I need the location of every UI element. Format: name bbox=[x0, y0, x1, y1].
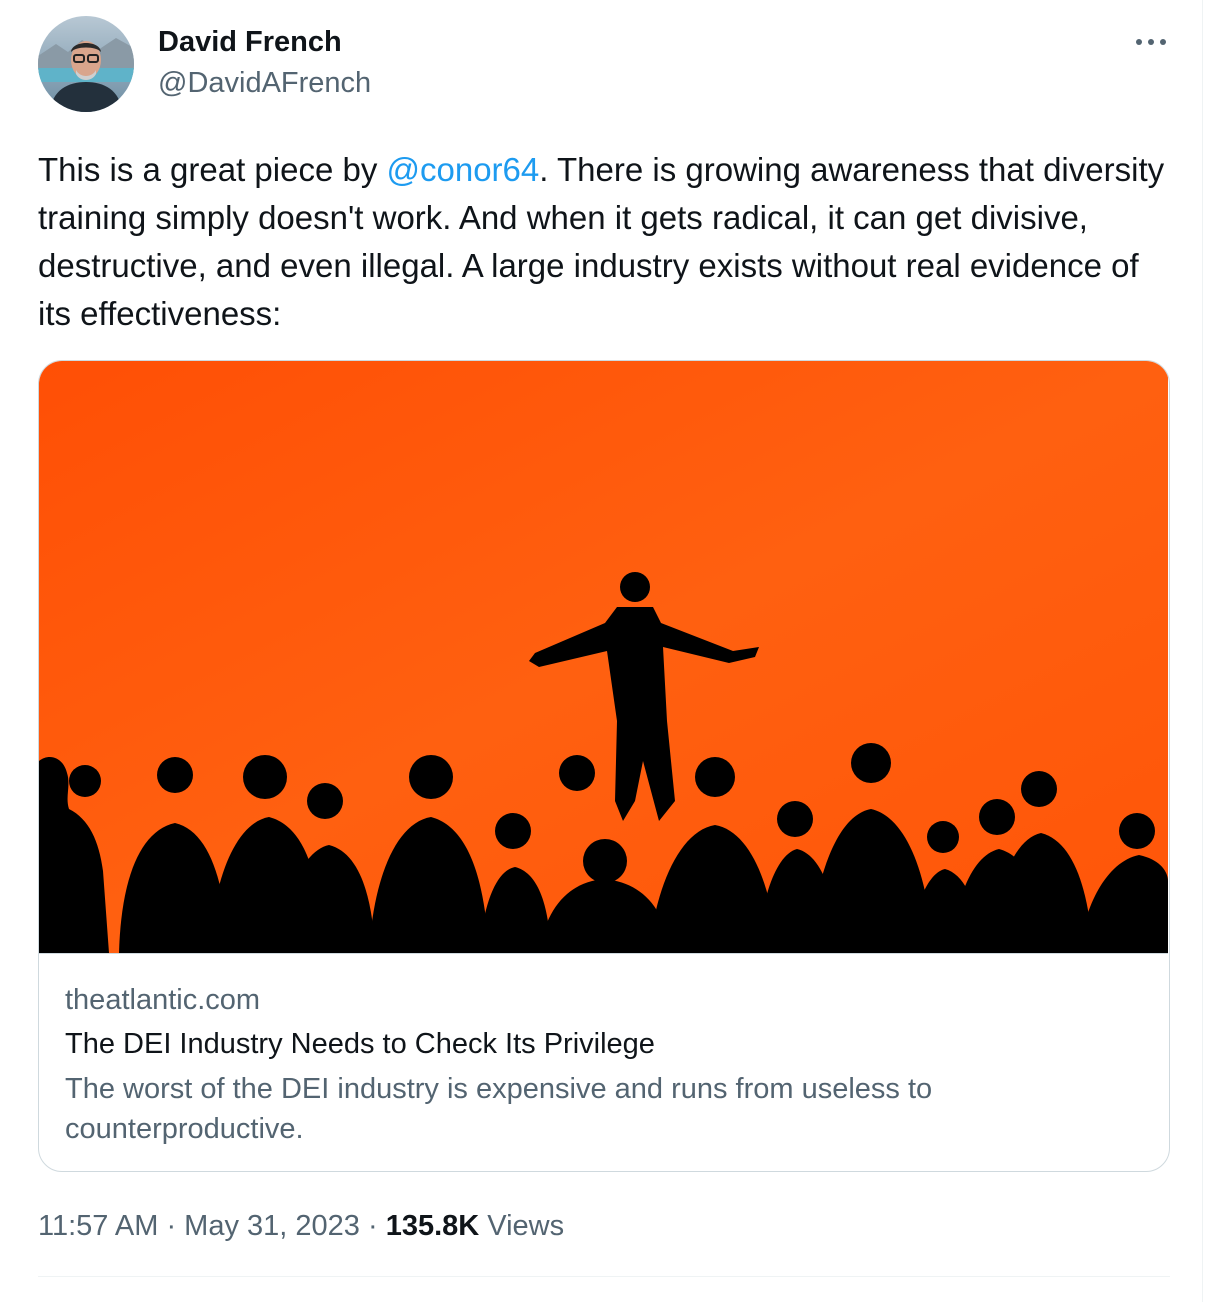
meta-separator: · bbox=[359, 1210, 386, 1242]
author-avatar[interactable] bbox=[38, 16, 134, 112]
meta-separator: · bbox=[158, 1210, 185, 1242]
views-label: Views bbox=[487, 1210, 565, 1242]
tweet-meta: 11:57 AM · May 31, 2023 · 135.8K Views bbox=[38, 1206, 564, 1246]
tweet-time[interactable]: 11:57 AM bbox=[38, 1210, 158, 1242]
tweet-text-part1: This is a great piece by bbox=[38, 151, 387, 188]
card-domain: theatlantic.com bbox=[65, 984, 261, 1016]
views-count: 135.8K bbox=[385, 1210, 480, 1242]
card-image[interactable] bbox=[39, 361, 1168, 954]
author-handle[interactable]: @DavidAFrench bbox=[158, 63, 371, 103]
tweet-date[interactable]: May 31, 2023 bbox=[184, 1210, 360, 1242]
divider bbox=[38, 1276, 1170, 1277]
more-horizontal-icon bbox=[1136, 39, 1166, 45]
link-preview-card[interactable]: theatlantic.com The DEI Industry Needs t… bbox=[38, 360, 1170, 1172]
tweet-text: This is a great piece by @conor64. There… bbox=[38, 146, 1178, 338]
author-display-name[interactable]: David French bbox=[158, 22, 342, 62]
card-title: The DEI Industry Needs to Check Its Priv… bbox=[65, 1028, 655, 1060]
more-options-button[interactable] bbox=[1128, 22, 1174, 62]
avatar-photo-icon bbox=[38, 16, 134, 112]
tweet-container: David French @DavidAFrench This is a gre… bbox=[0, 0, 1203, 1302]
card-description: The worst of the DEI industry is expensi… bbox=[65, 1073, 933, 1145]
mention-link[interactable]: @conor64 bbox=[387, 151, 540, 188]
speaker-silhouette-audience-image bbox=[39, 361, 1168, 953]
